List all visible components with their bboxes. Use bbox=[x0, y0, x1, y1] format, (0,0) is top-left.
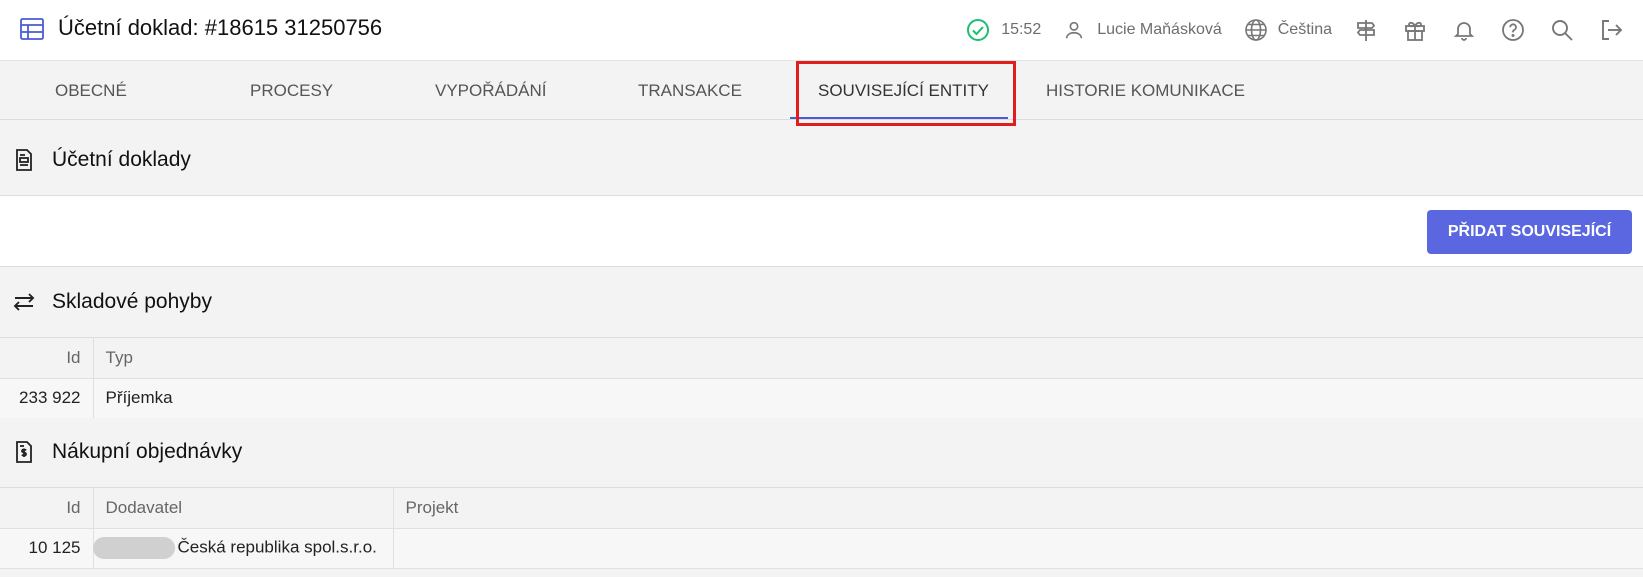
search-icon bbox=[1552, 20, 1573, 41]
roadmap-button[interactable] bbox=[1354, 18, 1378, 42]
table-row[interactable]: 10 125 Česká republika spol.s.r.o. bbox=[0, 528, 1643, 569]
stock-section-title: Skladové pohyby bbox=[52, 290, 212, 313]
table-icon bbox=[20, 18, 44, 40]
gift-icon bbox=[1405, 21, 1425, 41]
tab-general[interactable]: OBECNÉ bbox=[55, 61, 127, 120]
stock-table: Id Typ 233 922 Příjemka bbox=[0, 338, 1643, 419]
column-header-id[interactable]: Id bbox=[0, 488, 94, 529]
logout-icon bbox=[1602, 20, 1623, 40]
table-header-row: Id Typ bbox=[0, 338, 1643, 379]
bell-icon bbox=[1453, 22, 1475, 41]
help-icon bbox=[1502, 19, 1524, 41]
cell-project[interactable] bbox=[393, 528, 1643, 569]
page-title: Účetní doklad: #18615 31250756 bbox=[58, 15, 383, 40]
top-bar: Účetní doklad: #18615 31250756 15:52 Luc… bbox=[0, 0, 1643, 61]
table-header-row: Id Dodavatel Projekt bbox=[0, 488, 1643, 529]
search-button[interactable] bbox=[1550, 18, 1574, 42]
tab-processes[interactable]: PROCESY bbox=[250, 61, 333, 120]
redacted-text bbox=[92, 537, 175, 559]
orders-table: Id Dodavatel Projekt 10 125 Česká republ… bbox=[0, 488, 1643, 569]
accounting-section-title: Účetní doklady bbox=[52, 148, 191, 171]
invoice-dollar-icon bbox=[16, 441, 32, 463]
accounting-section-header: Účetní doklady bbox=[0, 126, 1643, 196]
gift-button[interactable] bbox=[1403, 18, 1427, 42]
orders-section-title: Nákupní objednávky bbox=[52, 440, 243, 463]
supplier-name: Česká republika spol.s.r.o. bbox=[177, 537, 377, 557]
language-label: Čeština bbox=[1277, 21, 1332, 38]
action-bar: PŘIDAT SOUVISEJÍCÍ bbox=[0, 196, 1643, 267]
check-circle-icon bbox=[967, 19, 990, 41]
user-menu[interactable]: Lucie Maňásková bbox=[1063, 19, 1222, 41]
user-icon bbox=[1066, 21, 1083, 39]
column-header-id[interactable]: Id bbox=[0, 338, 94, 379]
user-name: Lucie Maňásková bbox=[1097, 21, 1222, 38]
help-button[interactable] bbox=[1501, 18, 1525, 42]
logout-button[interactable] bbox=[1599, 18, 1623, 42]
column-header-project[interactable]: Projekt bbox=[393, 488, 1643, 529]
active-tab-indicator bbox=[790, 117, 1008, 119]
swap-arrows-icon bbox=[13, 293, 35, 311]
clock-time: 15:52 bbox=[1001, 21, 1042, 38]
language-selector[interactable]: Čeština bbox=[1244, 18, 1332, 42]
table-row[interactable]: 233 922 Příjemka bbox=[0, 378, 1643, 419]
notifications-button[interactable] bbox=[1452, 18, 1476, 42]
sync-status: 15:52 bbox=[966, 18, 1041, 42]
tab-transactions[interactable]: TRANSAKCE bbox=[638, 61, 742, 120]
signpost-icon bbox=[1356, 20, 1376, 41]
column-header-supplier[interactable]: Dodavatel bbox=[93, 488, 394, 529]
tab-settlement[interactable]: VYPOŘÁDÁNÍ bbox=[435, 61, 546, 120]
header-toolbar: 15:52 Lucie Maňásková Čeština bbox=[966, 15, 1623, 45]
cell-id[interactable]: 233 922 bbox=[0, 378, 94, 419]
cell-type[interactable]: Příjemka bbox=[93, 378, 1643, 419]
stock-section-header: Skladové pohyby bbox=[0, 267, 1643, 338]
cell-supplier[interactable]: Česká republika spol.s.r.o. bbox=[92, 528, 394, 569]
cell-id[interactable]: 10 125 bbox=[0, 528, 94, 569]
document-icon bbox=[16, 149, 32, 171]
tab-communication-history[interactable]: HISTORIE KOMUNIKACE bbox=[1046, 61, 1245, 120]
globe-icon bbox=[1244, 19, 1267, 41]
add-related-button[interactable]: PŘIDAT SOUVISEJÍCÍ bbox=[1427, 210, 1632, 254]
tab-bar: OBECNÉ PROCESY VYPOŘÁDÁNÍ TRANSAKCE SOUV… bbox=[0, 61, 1643, 120]
tab-related-entities[interactable]: SOUVISEJÍCÍ ENTITY bbox=[818, 61, 989, 120]
column-header-type[interactable]: Typ bbox=[93, 338, 1643, 379]
orders-section-header: Nákupní objednávky bbox=[0, 418, 1643, 488]
